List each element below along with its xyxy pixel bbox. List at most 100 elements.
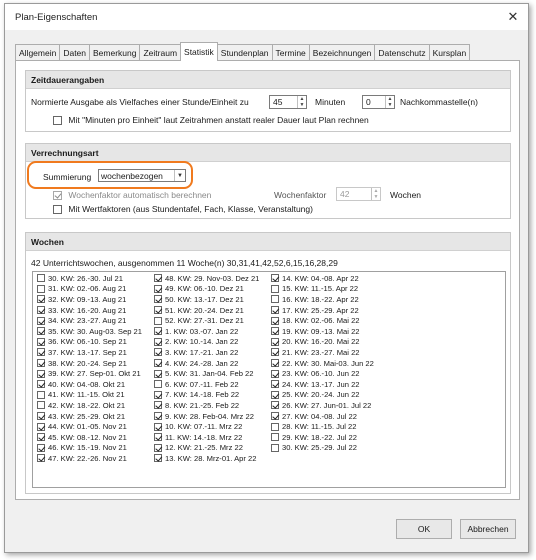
week-item[interactable]: 16. KW: 18.-22. Apr 22 <box>271 294 374 305</box>
tab-daten[interactable]: Daten <box>59 44 91 61</box>
week-item[interactable]: 6. KW: 07.-11. Feb 22 <box>154 379 259 390</box>
week-checkbox[interactable] <box>154 348 162 357</box>
week-checkbox[interactable] <box>271 422 279 431</box>
week-item[interactable]: 31. KW: 02.-06. Aug 21 <box>37 284 142 295</box>
week-item[interactable]: 2. KW: 10.-14. Jan 22 <box>154 337 259 348</box>
week-item[interactable]: 33. KW: 16.-20. Aug 21 <box>37 305 142 316</box>
week-checkbox[interactable] <box>271 284 279 293</box>
week-checkbox[interactable] <box>37 327 45 336</box>
week-checkbox[interactable] <box>154 443 162 452</box>
week-checkbox[interactable] <box>154 369 162 378</box>
week-checkbox[interactable] <box>271 337 279 346</box>
week-checkbox[interactable] <box>271 390 279 399</box>
wochenfaktor-stepper[interactable]: 42 ▲ ▼ <box>336 187 381 201</box>
week-item[interactable]: 37. KW: 13.-17. Sep 21 <box>37 347 142 358</box>
week-checkbox[interactable] <box>154 306 162 315</box>
close-button[interactable]: ✕ <box>504 8 522 26</box>
week-item[interactable]: 18. KW: 02.-06. Mai 22 <box>271 315 374 326</box>
week-checkbox[interactable] <box>37 412 45 421</box>
week-item[interactable]: 27. KW: 04.-08. Jul 22 <box>271 411 374 422</box>
week-checkbox[interactable] <box>37 380 45 389</box>
week-item[interactable]: 35. KW: 30. Aug-03. Sep 21 <box>37 326 142 337</box>
week-checkbox[interactable] <box>37 390 45 399</box>
tab-kursplan[interactable]: Kursplan <box>428 44 471 61</box>
week-checkbox[interactable] <box>37 348 45 357</box>
week-item[interactable]: 28. KW: 11.-15. Jul 22 <box>271 421 374 432</box>
week-item[interactable]: 11. KW: 14.-18. Mrz 22 <box>154 432 259 443</box>
week-item[interactable]: 26. KW: 27. Jun-01. Jul 22 <box>271 400 374 411</box>
week-item[interactable]: 12. KW: 21.-25. Mrz 22 <box>154 443 259 454</box>
week-item[interactable]: 1. KW: 03.-07. Jan 22 <box>154 326 259 337</box>
week-item[interactable]: 49. KW: 06.-10. Dez 21 <box>154 284 259 295</box>
stepper-arrows-icon[interactable]: ▲ ▼ <box>297 96 306 108</box>
week-checkbox[interactable] <box>37 337 45 346</box>
week-item[interactable]: 34. KW: 23.-27. Aug 21 <box>37 315 142 326</box>
week-item[interactable]: 48. KW: 29. Nov-03. Dez 21 <box>154 273 259 284</box>
week-checkbox[interactable] <box>37 274 45 283</box>
week-checkbox[interactable] <box>271 369 279 378</box>
week-checkbox[interactable] <box>271 380 279 389</box>
week-item[interactable]: 14. KW: 04.-08. Apr 22 <box>271 273 374 284</box>
week-checkbox[interactable] <box>154 454 162 463</box>
week-checkbox[interactable] <box>37 433 45 442</box>
week-checkbox[interactable] <box>37 359 45 368</box>
week-checkbox[interactable] <box>154 316 162 325</box>
week-item[interactable]: 22. KW: 30. Mai-03. Jun 22 <box>271 358 374 369</box>
week-checkbox[interactable] <box>271 412 279 421</box>
week-item[interactable]: 39. KW: 27. Sep-01. Okt 21 <box>37 368 142 379</box>
week-item[interactable]: 42. KW: 18.-22. Okt 21 <box>37 400 142 411</box>
week-checkbox[interactable] <box>154 327 162 336</box>
week-checkbox[interactable] <box>271 443 279 452</box>
mit-minuten-checkbox[interactable] <box>53 116 62 126</box>
week-item[interactable]: 36. KW: 06.-10. Sep 21 <box>37 337 142 348</box>
week-checkbox[interactable] <box>271 295 279 304</box>
nachkommastellen-stepper[interactable]: 0 ▲ ▼ <box>362 95 395 109</box>
week-item[interactable]: 4. KW: 24.-28. Jan 22 <box>154 358 259 369</box>
week-item[interactable]: 52. KW: 27.-31. Dez 21 <box>154 315 259 326</box>
week-checkbox[interactable] <box>37 401 45 410</box>
week-checkbox[interactable] <box>271 401 279 410</box>
week-checkbox[interactable] <box>154 295 162 304</box>
tab-zeitraum[interactable]: Zeitraum <box>139 44 182 61</box>
wochenfaktor-auto-checkbox[interactable] <box>53 191 62 201</box>
week-item[interactable]: 10. KW: 07.-11. Mrz 22 <box>154 421 259 432</box>
stepper-arrows-icon[interactable]: ▲ ▼ <box>371 188 380 200</box>
week-checkbox[interactable] <box>37 306 45 315</box>
week-checkbox[interactable] <box>154 401 162 410</box>
week-checkbox[interactable] <box>37 284 45 293</box>
week-item[interactable]: 44. KW: 01.-05. Nov 21 <box>37 421 142 432</box>
week-checkbox[interactable] <box>271 433 279 442</box>
week-item[interactable]: 8. KW: 21.-25. Feb 22 <box>154 400 259 411</box>
wertfaktoren-row[interactable]: Mit Wertfaktoren (aus Stundentafel, Fach… <box>53 204 313 215</box>
week-item[interactable]: 13. KW: 28. Mrz-01. Apr 22 <box>154 453 259 464</box>
week-item[interactable]: 30. KW: 26.-30. Jul 21 <box>37 273 142 284</box>
week-item[interactable]: 32. KW: 09.-13. Aug 21 <box>37 294 142 305</box>
week-item[interactable]: 50. KW: 13.-17. Dez 21 <box>154 294 259 305</box>
week-checkbox[interactable] <box>37 422 45 431</box>
week-item[interactable]: 45. KW: 08.-12. Nov 21 <box>37 432 142 443</box>
week-item[interactable]: 41. KW: 11.-15. Okt 21 <box>37 390 142 401</box>
week-checkbox[interactable] <box>154 433 162 442</box>
week-item[interactable]: 40. KW: 04.-08. Okt 21 <box>37 379 142 390</box>
week-checkbox[interactable] <box>154 422 162 431</box>
week-item[interactable]: 9. KW: 28. Feb-04. Mrz 22 <box>154 411 259 422</box>
week-item[interactable]: 21. KW: 23.-27. Mai 22 <box>271 347 374 358</box>
tab-bezeichnungen[interactable]: Bezeichnungen <box>308 44 376 61</box>
week-checkbox[interactable] <box>271 348 279 357</box>
week-checkbox[interactable] <box>271 327 279 336</box>
week-item[interactable]: 51. KW: 20.-24. Dez 21 <box>154 305 259 316</box>
week-item[interactable]: 3. KW: 17.-21. Jan 22 <box>154 347 259 358</box>
week-checkbox[interactable] <box>154 284 162 293</box>
week-item[interactable]: 15. KW: 11.-15. Apr 22 <box>271 284 374 295</box>
wertfaktoren-checkbox[interactable] <box>53 205 62 215</box>
week-checkbox[interactable] <box>37 316 45 325</box>
week-checkbox[interactable] <box>154 274 162 283</box>
week-checkbox[interactable] <box>154 380 162 389</box>
ok-button[interactable]: OK <box>396 519 452 539</box>
week-item[interactable]: 25. KW: 20.-24. Jun 22 <box>271 390 374 401</box>
week-checkbox[interactable] <box>154 337 162 346</box>
week-item[interactable]: 24. KW: 13.-17. Jun 22 <box>271 379 374 390</box>
week-item[interactable]: 5. KW: 31. Jan-04. Feb 22 <box>154 368 259 379</box>
tab-bemerkung[interactable]: Bemerkung <box>89 44 141 61</box>
weeks-list[interactable]: 30. KW: 26.-30. Jul 21 31. KW: 02.-06. Au… <box>32 271 506 488</box>
